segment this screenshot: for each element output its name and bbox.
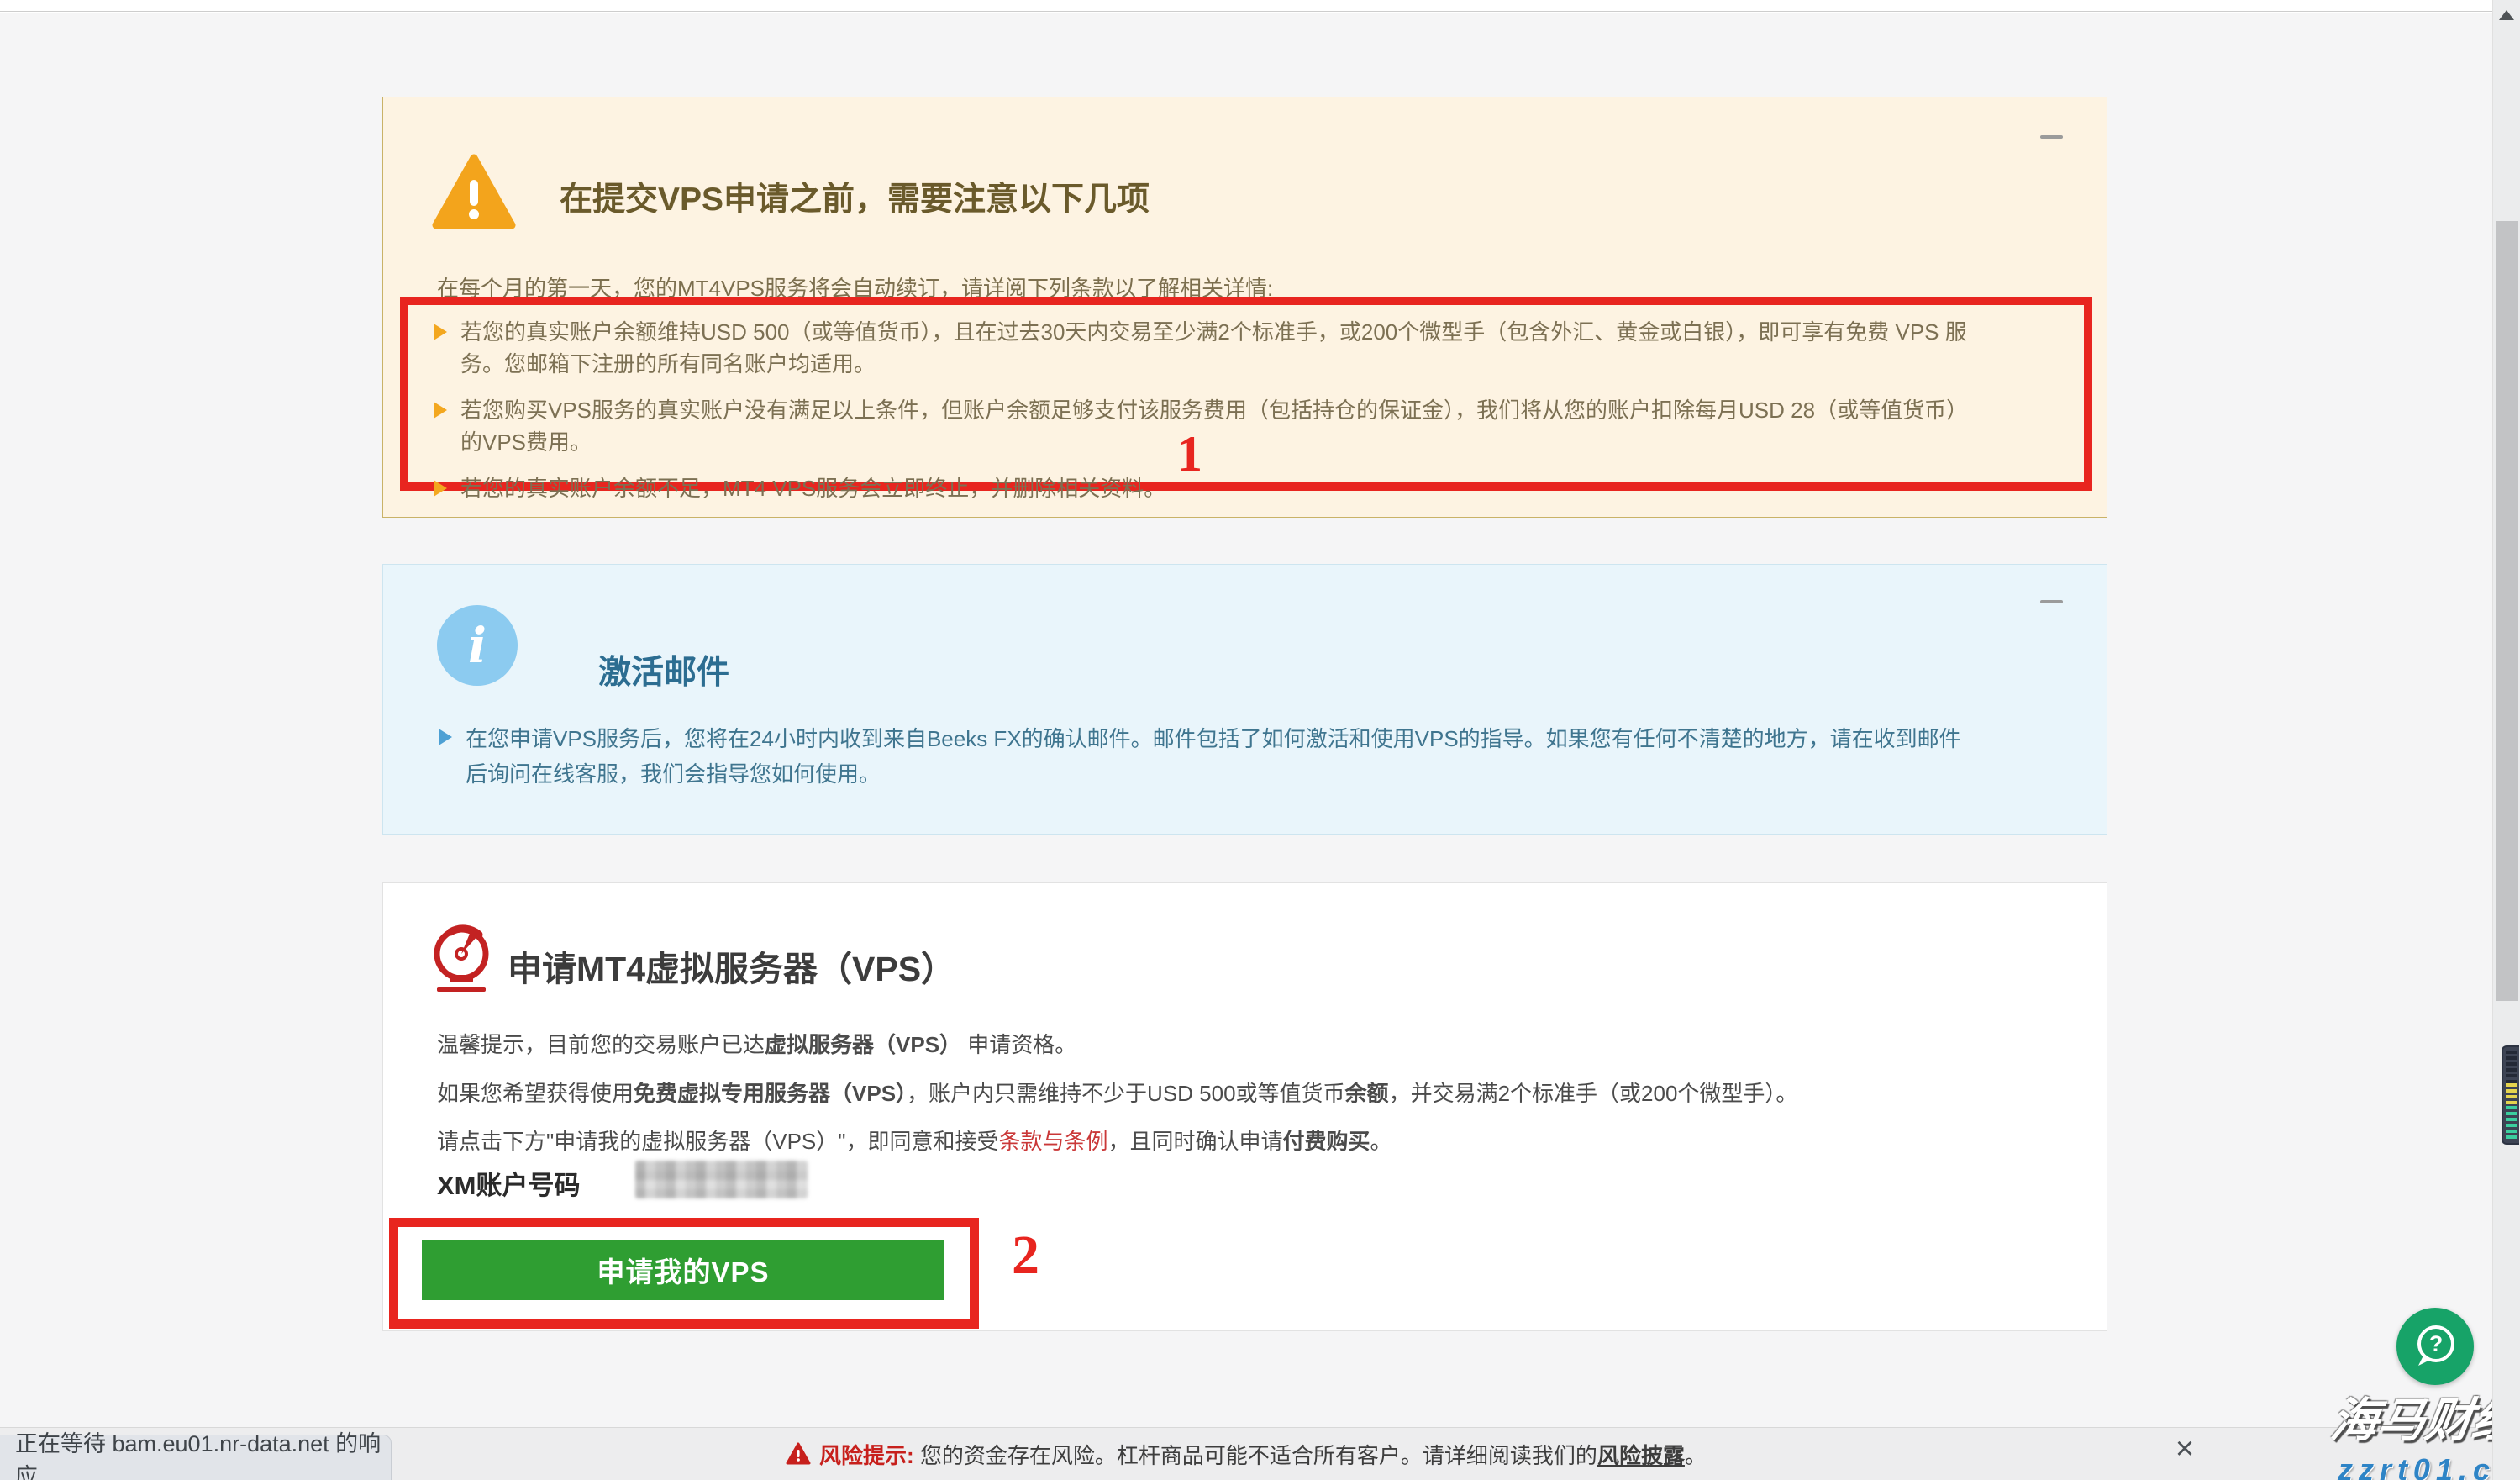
meter-dark-segment	[2506, 1051, 2517, 1083]
svg-text:?: ?	[2429, 1331, 2444, 1356]
bullet-text: 在您申请VPS服务后，您将在24小时内收到来自Beeks FX的确认邮件。邮件包…	[466, 721, 1978, 792]
apply-paragraph-conditions: 如果您希望获得使用免费虚拟专用服务器（VPS），账户内只需维持不少于USD 50…	[437, 1077, 1797, 1108]
annotation-number-2: 2	[1012, 1224, 1039, 1288]
meter-yellow-segment	[2506, 1083, 2517, 1106]
vps-gauge-icon	[425, 922, 497, 998]
bullet-text: 若您的真实账户余额不足，MT4 VPS服务会立即终止，并删除相关资料。	[460, 472, 1165, 504]
apply-panel-title: 申请MT4虚拟服务器（VPS）	[508, 940, 955, 991]
collapse-icon[interactable]	[2040, 135, 2063, 139]
bullet-text: 若您购买VPS服务的真实账户没有满足以上条件，但账户余额足够支付该服务费用（包括…	[460, 394, 1981, 458]
risk-triangle-icon	[786, 1442, 811, 1466]
apply-paragraph-eligibility: 温馨提示，目前您的交易账户已达虚拟服务器（VPS） 申请资格。	[437, 1028, 1076, 1059]
activity-meter-widget	[2502, 1045, 2519, 1145]
terms-and-conditions-link[interactable]: 条款与条例	[999, 1129, 1108, 1154]
page-background: 在提交VPS申请之前，需要注意以下几项 在每个月的第一天，您的MT4VPS服务将…	[0, 13, 2492, 1480]
bullet-text: 若您的真实账户余额维持USD 500（或等值货币），且在过去30天内交易至少满2…	[460, 316, 1981, 380]
browser-status-bubble: 正在等待 bam.eu01.nr-data.net 的响应...	[0, 1435, 392, 1480]
close-icon[interactable]: ×	[2166, 1430, 2203, 1467]
xm-account-label: XM账户号码	[437, 1164, 581, 1202]
meter-teal-segment	[2506, 1106, 2517, 1140]
risk-disclosure-link[interactable]: 风险披露	[1597, 1443, 1685, 1468]
warning-panel-title: 在提交VPS申请之前，需要注意以下几项	[560, 173, 1150, 220]
bullet-arrow-icon	[434, 402, 447, 419]
vps-notice-panel: 在提交VPS申请之前，需要注意以下几项 在每个月的第一天，您的MT4VPS服务将…	[382, 97, 2107, 518]
bullet-arrow-icon	[434, 324, 447, 340]
list-item: 在您申请VPS服务后，您将在24小时内收到来自Beeks FX的确认邮件。邮件包…	[437, 721, 1978, 792]
annotation-box-2: 申请我的VPS	[389, 1218, 979, 1329]
question-bubble-icon: ?	[2408, 1319, 2462, 1373]
apply-my-vps-button[interactable]: 申请我的VPS	[422, 1240, 944, 1300]
risk-warning-text: 风险提示: 您的资金存在风险。杠杆商品可能不适合所有客户。请详细阅读我们的风险披…	[819, 1439, 1707, 1470]
apply-vps-panel: 申请MT4虚拟服务器（VPS） 温馨提示，目前您的交易账户已达虚拟服务器（VPS…	[382, 882, 2107, 1331]
warning-triangle-icon	[432, 153, 516, 236]
scroll-up-arrow-icon[interactable]	[2499, 10, 2514, 20]
page-top-strip	[0, 0, 2492, 12]
help-chat-button[interactable]: ?	[2396, 1308, 2474, 1385]
browser-viewport: 在提交VPS申请之前，需要注意以下几项 在每个月的第一天，您的MT4VPS服务将…	[0, 0, 2520, 1480]
apply-paragraph-terms: 请点击下方"申请我的虚拟服务器（VPS）"，即同意和接受条款与条例，且同时确认申…	[437, 1124, 1392, 1156]
vertical-scrollbar	[2492, 0, 2520, 1480]
annotation-number-1: 1	[1177, 425, 1202, 483]
annotation-box-1: 若您的真实账户余额维持USD 500（或等值货币），且在过去30天内交易至少满2…	[400, 297, 2092, 491]
list-item: 若您的真实账户余额维持USD 500（或等值货币），且在过去30天内交易至少满2…	[432, 316, 2060, 380]
activation-email-panel: i 激活邮件 在您申请VPS服务后，您将在24小时内收到来自Beeks FX的确…	[382, 564, 2107, 835]
account-number-redacted	[635, 1161, 808, 1198]
scrollbar-thumb[interactable]	[2496, 221, 2518, 1001]
bullet-arrow-icon	[434, 480, 447, 497]
info-icon: i	[437, 605, 518, 686]
collapse-icon[interactable]	[2040, 600, 2063, 603]
browser-status-text: 正在等待 bam.eu01.nr-data.net 的响应...	[15, 1425, 391, 1480]
info-panel-title: 激活邮件	[598, 646, 729, 693]
bullet-arrow-icon	[439, 729, 452, 745]
list-item: 若您购买VPS服务的真实账户没有满足以上条件，但账户余额足够支付该服务费用（包括…	[432, 394, 2060, 458]
list-item: 若您的真实账户余额不足，MT4 VPS服务会立即终止，并删除相关资料。	[432, 472, 2060, 504]
